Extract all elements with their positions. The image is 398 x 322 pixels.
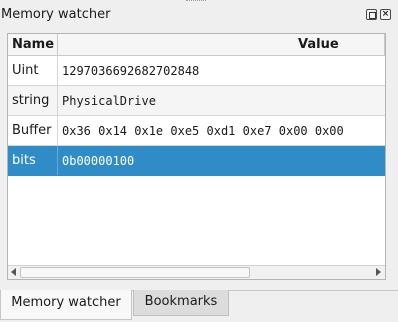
row-value[interactable]: 1297036692682702848	[62, 56, 199, 86]
row-value[interactable]: PhysicalDrive	[62, 86, 156, 116]
table-row[interactable]: Uint 1297036692682702848	[8, 56, 385, 86]
cell-divider	[57, 86, 58, 115]
close-icon[interactable]: ×	[380, 9, 391, 20]
cell-divider	[57, 56, 58, 85]
row-name: string	[12, 93, 50, 108]
scroll-right-arrow-icon[interactable]	[376, 268, 381, 276]
column-divider	[384, 34, 385, 55]
tab-memory-watcher[interactable]: Memory watcher	[0, 290, 132, 320]
dock-tab-bar: Memory watcher Bookmarks	[0, 290, 398, 322]
dock-titlebar: Memory watcher ×	[0, 0, 398, 30]
row-name: Uint	[12, 63, 39, 78]
column-header-name[interactable]: Name	[12, 34, 54, 55]
table-row[interactable]: Buffer 0x36 0x14 0x1e 0xe5 0xd1 0xe7 0x0…	[8, 116, 385, 146]
table-header: Name Value	[8, 34, 385, 56]
cell-divider	[57, 116, 58, 145]
row-value[interactable]: 0b00000100	[62, 146, 134, 176]
column-header-value[interactable]: Value	[298, 34, 339, 55]
column-divider[interactable]	[57, 34, 58, 55]
horizontal-scrollbar[interactable]	[8, 265, 385, 279]
scroll-left-arrow-icon[interactable]	[11, 268, 16, 276]
row-name: Buffer	[12, 123, 52, 138]
scrollbar-thumb[interactable]	[20, 267, 250, 278]
float-icon[interactable]	[366, 9, 377, 20]
dock-title: Memory watcher	[1, 7, 111, 22]
cell-divider	[57, 146, 58, 175]
tab-bookmarks[interactable]: Bookmarks	[133, 290, 229, 316]
table-row[interactable]: string PhysicalDrive	[8, 86, 385, 116]
memory-watch-table: Name Value Uint 1297036692682702848 stri…	[7, 33, 386, 280]
table-row-selected[interactable]: bits 0b00000100	[8, 146, 385, 176]
row-name: bits	[12, 153, 36, 168]
row-value[interactable]: 0x36 0x14 0x1e 0xe5 0xd1 0xe7 0x00 0x00	[62, 116, 344, 146]
